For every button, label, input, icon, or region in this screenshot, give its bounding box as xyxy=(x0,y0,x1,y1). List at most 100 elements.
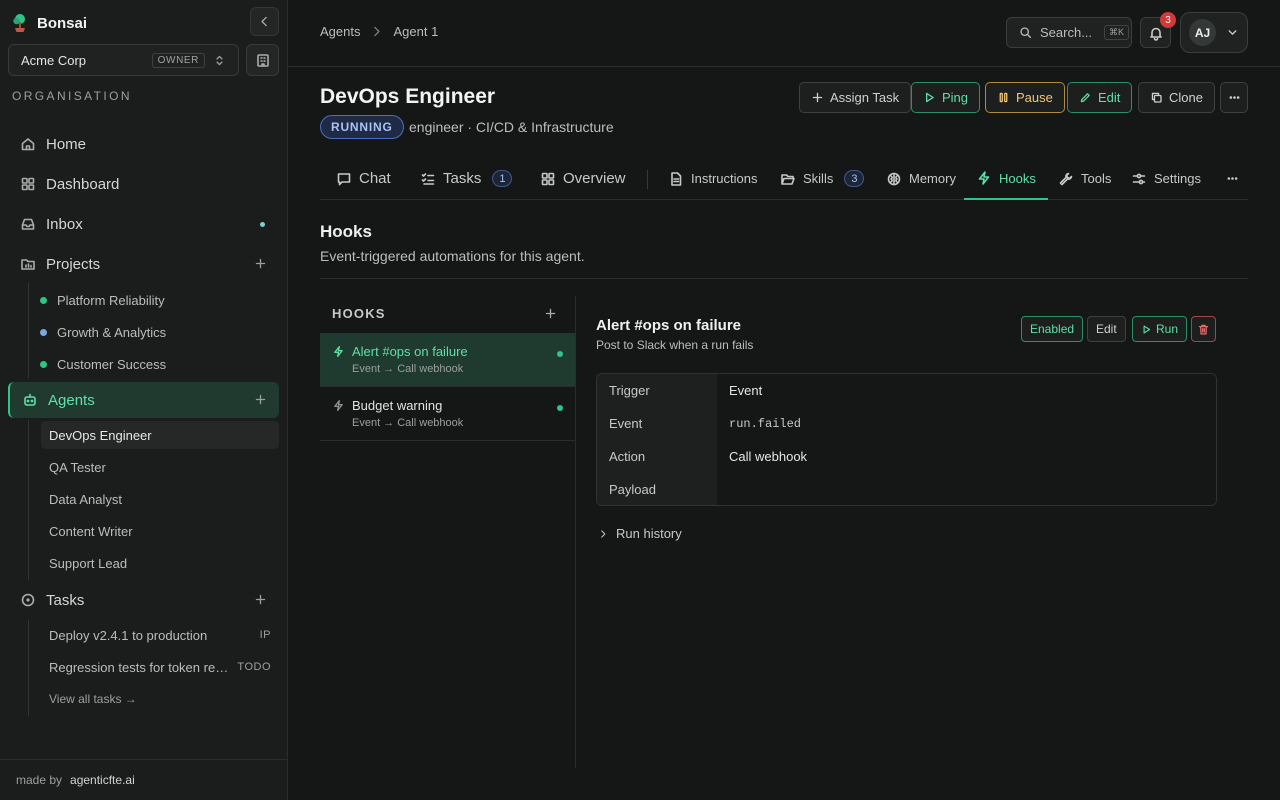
project-item[interactable]: Customer Success xyxy=(40,352,166,376)
tab-overview[interactable]: Overview xyxy=(540,158,626,199)
hooks-section-title: Hooks xyxy=(320,222,372,241)
agent-item-qa-tester[interactable]: QA Tester xyxy=(41,453,279,481)
section-divider xyxy=(320,278,1248,279)
org-name: Acme Corp xyxy=(21,52,87,68)
folder-chart-icon xyxy=(21,259,35,270)
inbox-icon xyxy=(21,218,35,230)
tab-tasks[interactable]: Tasks 1 xyxy=(420,158,513,199)
project-color-dot xyxy=(40,360,47,368)
nav-inbox[interactable]: Inbox xyxy=(8,206,279,242)
project-name: Growth & Analytics xyxy=(57,324,167,340)
property-key: Trigger xyxy=(597,374,717,407)
run-history-toggle[interactable]: Run history xyxy=(598,526,682,541)
add-task-icon[interactable] xyxy=(254,593,267,606)
task-title: Regression tests for token refresh xyxy=(49,659,231,675)
property-key: Action xyxy=(597,440,717,473)
edit-agent-button[interactable]: Edit xyxy=(1067,82,1133,113)
tasks-tree-line xyxy=(28,620,29,716)
nav-dashboard[interactable]: Dashboard xyxy=(8,166,279,202)
add-project-icon[interactable] xyxy=(254,257,267,270)
tab-tools[interactable]: Tools xyxy=(1058,158,1111,199)
nav-projects-label: Projects xyxy=(46,255,101,273)
copy-icon xyxy=(1151,92,1162,103)
hook-run-button[interactable]: Run xyxy=(1132,316,1188,342)
chevron-right-icon xyxy=(374,26,381,37)
tab-chat[interactable]: Chat xyxy=(336,158,391,199)
hook-list-item[interactable]: Alert #ops on failure Event → Call webho… xyxy=(320,333,575,387)
hook-properties-table: Trigger Event Event run.failed Action Ca… xyxy=(596,373,1217,506)
hook-name: Budget warning xyxy=(352,398,443,413)
tabs-overflow-button[interactable] xyxy=(1226,158,1239,199)
property-value: run.failed xyxy=(717,407,1216,440)
file-text-icon xyxy=(671,171,682,186)
tab-settings[interactable]: Settings xyxy=(1131,158,1201,199)
tab-instructions[interactable]: Instructions xyxy=(668,158,757,199)
task-item[interactable]: Regression tests for token refresh TODO xyxy=(41,653,279,681)
folder-open-icon xyxy=(781,173,795,185)
breadcrumb-current: Agent 1 xyxy=(393,24,439,39)
notifications-button[interactable]: 3 xyxy=(1140,12,1176,48)
made-by-link[interactable]: agenticfte.ai xyxy=(70,773,135,787)
tab-memory[interactable]: Memory xyxy=(886,158,956,199)
sidebar-footer: made by agenticfte.ai xyxy=(0,759,287,800)
user-menu-button[interactable]: AJ xyxy=(1180,12,1248,53)
tab-skills[interactable]: Skills 3 xyxy=(780,158,865,199)
add-agent-icon[interactable] xyxy=(254,393,267,406)
pause-button[interactable]: Pause xyxy=(985,82,1065,113)
hook-detail-title: Alert #ops on failure xyxy=(596,317,742,334)
nav-agents[interactable]: Agents xyxy=(8,382,279,418)
hook-enabled-dot xyxy=(557,405,563,411)
nav-home[interactable]: Home xyxy=(8,126,279,162)
agent-item-support-lead[interactable]: Support Lead xyxy=(41,549,279,577)
agent-subtitle: engineer · CI/CD & Infrastructure xyxy=(409,119,614,135)
brain-icon xyxy=(887,172,901,185)
agent-item-devops-engineer[interactable]: DevOps Engineer xyxy=(41,421,279,449)
plus-icon xyxy=(812,92,823,103)
tab-hooks[interactable]: Hooks xyxy=(964,158,1048,200)
breadcrumb-agents[interactable]: Agents xyxy=(320,24,360,39)
property-key: Payload xyxy=(597,473,717,505)
table-row: Payload xyxy=(597,473,1216,505)
hook-run-label: Run xyxy=(1156,322,1179,336)
building-icon xyxy=(256,54,269,67)
ping-button[interactable]: Ping xyxy=(911,82,981,113)
org-buildings-button[interactable] xyxy=(246,44,279,76)
nav-agents-label: Agents xyxy=(48,391,95,409)
table-row: Action Call webhook xyxy=(597,440,1216,473)
project-item[interactable]: Growth & Analytics xyxy=(40,320,166,344)
clone-agent-label: Clone xyxy=(1169,90,1203,105)
task-item[interactable]: Deploy v2.4.1 to production IP xyxy=(41,621,279,649)
wrench-icon xyxy=(1059,172,1073,185)
hook-name: Alert #ops on failure xyxy=(352,344,468,359)
nav-tasks-label: Tasks xyxy=(46,591,85,609)
brand[interactable]: Bonsai xyxy=(12,10,87,36)
assign-task-button[interactable]: Assign Task xyxy=(799,82,912,113)
tab-overview-label: Overview xyxy=(563,170,626,187)
view-all-tasks-link[interactable]: View all tasks → xyxy=(49,692,137,706)
table-row: Event run.failed xyxy=(597,407,1216,440)
chevron-right-icon xyxy=(601,529,606,538)
notification-count-badge: 3 xyxy=(1160,12,1176,28)
search-button[interactable]: Search... ⌘K xyxy=(1006,17,1132,48)
property-value: Event xyxy=(717,374,1216,407)
hook-list-item[interactable]: Budget warning Event → Call webhook xyxy=(320,387,575,441)
agent-item-data-analyst[interactable]: Data Analyst xyxy=(41,485,279,513)
clone-agent-button[interactable]: Clone xyxy=(1138,82,1215,113)
nav-projects[interactable]: Projects xyxy=(8,246,279,282)
agent-item-content-writer[interactable]: Content Writer xyxy=(41,517,279,545)
hook-delete-button[interactable] xyxy=(1191,316,1216,342)
made-by-label: made by xyxy=(16,773,63,787)
collapse-sidebar-button[interactable] xyxy=(250,7,279,36)
add-hook-icon[interactable] xyxy=(544,307,557,320)
hook-edit-button[interactable]: Edit xyxy=(1087,316,1126,342)
bell-icon xyxy=(1149,27,1162,41)
project-item[interactable]: Platform Reliability xyxy=(40,288,165,312)
tab-instructions-label: Instructions xyxy=(691,171,758,186)
more-actions-button[interactable] xyxy=(1220,82,1248,113)
ping-label: Ping xyxy=(942,90,969,105)
agent-title: DevOps Engineer xyxy=(320,85,496,108)
hook-enabled-toggle[interactable]: Enabled xyxy=(1021,316,1084,342)
dashboard-icon xyxy=(21,177,35,191)
org-switcher[interactable]: Acme Corp OWNER xyxy=(8,44,239,76)
nav-tasks[interactable]: Tasks xyxy=(8,582,279,618)
